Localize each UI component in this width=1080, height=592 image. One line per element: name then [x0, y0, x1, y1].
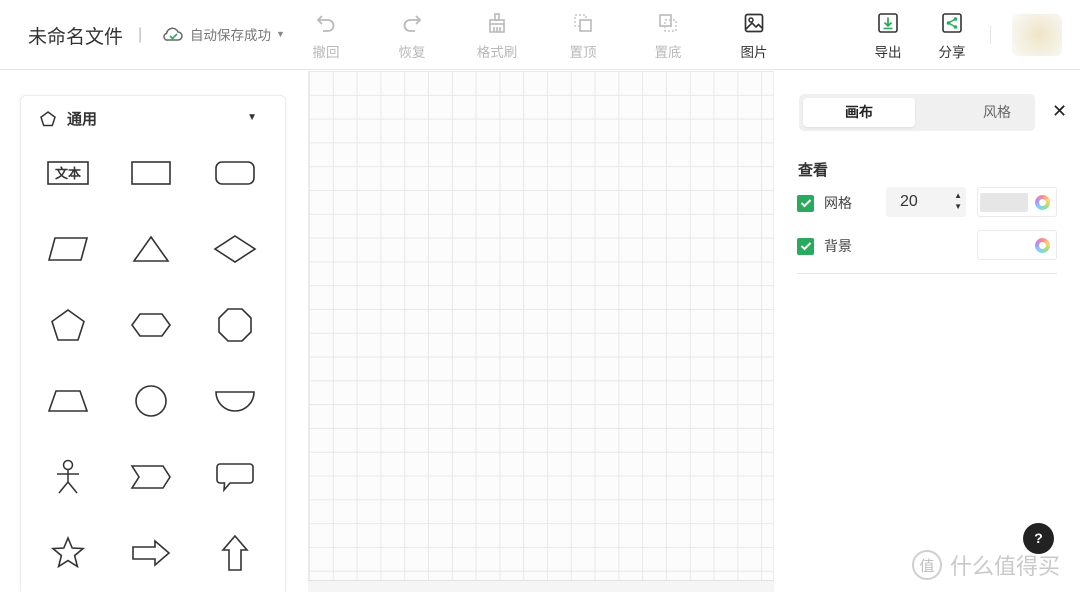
shape-hexagon[interactable]: [120, 299, 182, 351]
send-to-back-button[interactable]: 置底: [638, 10, 698, 61]
canvas-footer-bar: [308, 580, 774, 592]
shape-circle[interactable]: [120, 375, 182, 427]
grid-row: 网格: [797, 193, 852, 213]
undo-label: 撤回: [312, 45, 340, 60]
shape-trapezoid[interactable]: [37, 375, 99, 427]
chevron-down-icon: ▼: [276, 29, 285, 39]
bring-to-front-button[interactable]: 置顶: [553, 10, 613, 61]
share-button[interactable]: 分享: [922, 10, 982, 61]
save-status-text: 自动保存成功: [190, 28, 271, 43]
watermark: 值 什么值得买: [912, 549, 1060, 581]
grid-checkbox[interactable]: [797, 194, 814, 212]
shape-text[interactable]: 文本: [37, 147, 99, 199]
shape-arrow-right[interactable]: [120, 527, 182, 579]
shape-rectangle[interactable]: [120, 147, 182, 199]
shape-actor[interactable]: [37, 451, 99, 503]
panel-tabs: 画布 风格: [799, 94, 1035, 131]
bring-to-front-label: 置顶: [569, 45, 597, 60]
shape-category-header[interactable]: 通用: [39, 108, 97, 129]
shape-step[interactable]: [120, 451, 182, 503]
grid-size-input[interactable]: 20 ▲ ▼: [886, 187, 966, 217]
pentagon-outline-icon: [40, 110, 56, 126]
shape-octagon[interactable]: [204, 299, 266, 351]
grid-color-swatch: [980, 193, 1028, 212]
title-separator: |: [138, 26, 143, 43]
checkmark-icon: [800, 199, 811, 208]
format-painter-button[interactable]: 格式刷: [467, 10, 527, 61]
shape-diamond[interactable]: [204, 223, 266, 275]
top-toolbar: 未命名文件 | 自动保存成功 ▼ 撤回 恢复 格式刷 置顶 置底 图片 导出 分…: [0, 0, 1080, 70]
background-color-swatch: [980, 236, 1028, 255]
shape-speech-bubble[interactable]: [204, 451, 266, 503]
shape-library-panel: 通用 ▼ 文本: [20, 95, 286, 592]
grid-label: 网格: [824, 195, 852, 211]
bring-front-icon: [574, 14, 592, 32]
background-checkbox[interactable]: [797, 237, 814, 255]
shape-half-circle[interactable]: [204, 375, 266, 427]
section-divider: [797, 273, 1057, 274]
redo-label: 恢复: [398, 45, 426, 60]
properties-panel: 画布 风格 ✕ 查看 网格 20 ▲ ▼ 背景: [775, 71, 1080, 592]
export-button[interactable]: 导出: [858, 10, 918, 61]
watermark-text: 什么值得买: [950, 554, 1061, 579]
tab-canvas[interactable]: 画布: [803, 98, 915, 127]
close-icon[interactable]: ✕: [1052, 101, 1067, 122]
redo-button[interactable]: 恢复: [382, 10, 442, 61]
chevron-down-icon[interactable]: ▼: [247, 112, 257, 123]
app: 未命名文件 | 自动保存成功 ▼ 撤回 恢复 格式刷 置顶 置底 图片 导出 分…: [0, 0, 1080, 592]
background-color-picker[interactable]: [977, 230, 1057, 260]
export-download-icon: [878, 13, 898, 33]
shape-category-label: 通用: [67, 111, 98, 128]
grid-size-stepper[interactable]: ▲ ▼: [954, 190, 962, 212]
share-label: 分享: [938, 45, 966, 60]
shape-star[interactable]: [37, 527, 99, 579]
grid-color-picker[interactable]: [977, 187, 1057, 217]
drawing-canvas[interactable]: [308, 71, 774, 592]
send-back-icon: [659, 14, 677, 32]
checkmark-icon: [800, 242, 811, 251]
share-icon: [942, 13, 962, 33]
cloud-check-icon: [163, 27, 183, 41]
watermark-badge: 值: [912, 550, 942, 580]
tab-style[interactable]: 风格: [941, 98, 1053, 127]
undo-button[interactable]: 撤回: [296, 10, 356, 61]
shape-text-label: 文本: [55, 166, 81, 182]
image-button[interactable]: 图片: [724, 10, 784, 61]
avatar[interactable]: [1012, 14, 1062, 56]
color-wheel-icon: [1035, 238, 1050, 253]
image-label: 图片: [740, 45, 768, 60]
background-label: 背景: [824, 238, 852, 254]
image-icon: [744, 13, 764, 33]
grid-size-value: 20: [900, 193, 918, 210]
save-status[interactable]: 自动保存成功 ▼: [162, 24, 285, 44]
redo-icon: [403, 15, 422, 32]
shape-triangle[interactable]: [120, 223, 182, 275]
view-section-title: 查看: [798, 162, 829, 179]
undo-icon: [316, 15, 335, 32]
document-title[interactable]: 未命名文件: [28, 22, 123, 49]
export-label: 导出: [874, 45, 902, 60]
send-to-back-label: 置底: [654, 45, 682, 60]
shape-parallelogram[interactable]: [37, 223, 99, 275]
shape-rounded-rectangle[interactable]: [204, 147, 266, 199]
format-brush-icon: [489, 13, 505, 33]
shape-arrow-up[interactable]: [204, 527, 266, 579]
color-wheel-icon: [1035, 195, 1050, 210]
format-painter-label: 格式刷: [476, 45, 518, 60]
toolbar-divider: [990, 26, 991, 44]
shape-pentagon[interactable]: [37, 299, 99, 351]
background-row: 背景: [797, 236, 852, 256]
